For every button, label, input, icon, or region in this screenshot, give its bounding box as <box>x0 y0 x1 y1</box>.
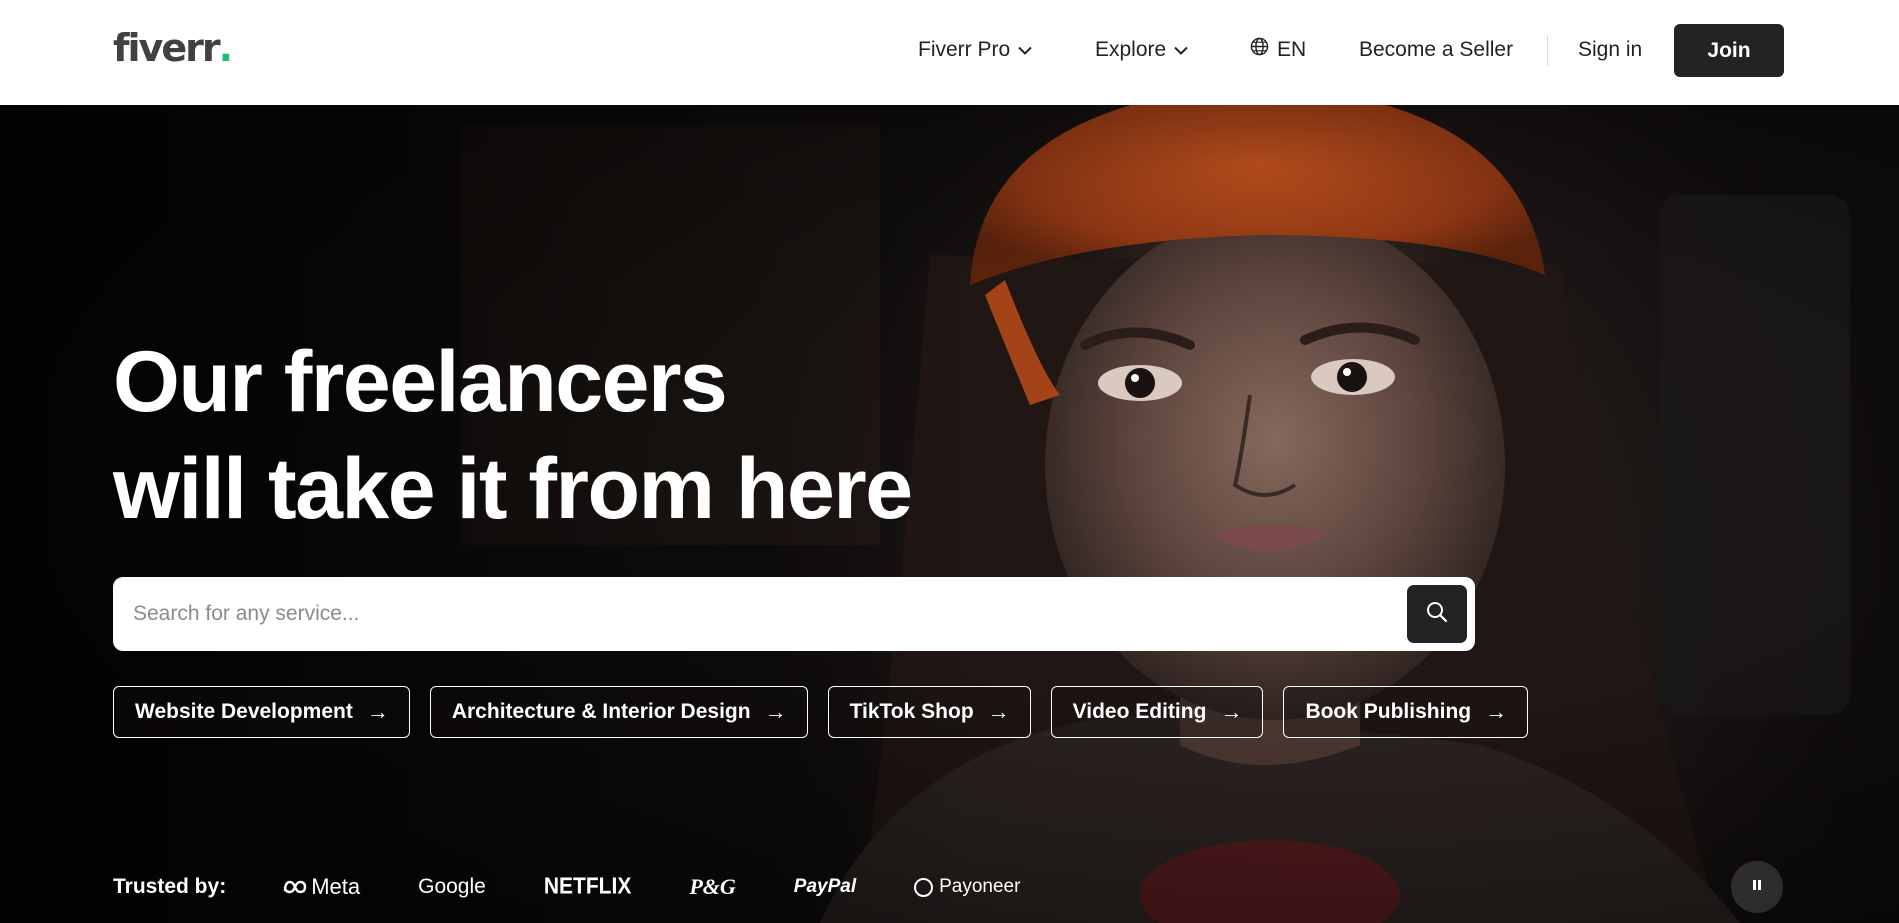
fiverr-logo[interactable]: fiverr. <box>113 24 234 72</box>
chip-label: TikTok Shop <box>849 700 974 723</box>
chip-label: Video Editing <box>1072 700 1207 723</box>
google-logo: Google <box>418 875 486 898</box>
nav-explore-label: Explore <box>1095 38 1167 61</box>
nav-language-label: EN <box>1277 38 1307 61</box>
hero-title: Our freelancers will take it from here <box>113 329 913 543</box>
arrow-right-icon: → <box>987 699 1010 724</box>
chip-label: Book Publishing <box>1305 700 1472 723</box>
chip-website-development[interactable]: Website Development → <box>113 686 410 738</box>
nav-divider <box>1547 35 1548 66</box>
pg-logo: P&G <box>689 874 736 899</box>
logo-dot: . <box>218 26 234 70</box>
globe-icon <box>1250 34 1269 66</box>
nav-become-seller[interactable]: Become a Seller <box>1359 34 1513 66</box>
nav-sign-in[interactable]: Sign in <box>1578 34 1642 66</box>
chevron-down-icon <box>1018 46 1032 55</box>
arrow-right-icon: → <box>1485 699 1508 724</box>
site-header: fiverr. Fiverr Pro Explore EN Become a S… <box>0 0 1899 105</box>
netflix-logo: NETFLIX <box>543 873 632 900</box>
brand-name: Meta <box>311 874 361 899</box>
video-pause-button[interactable] <box>1731 861 1783 913</box>
nav-language[interactable]: EN <box>1250 34 1306 66</box>
chip-architecture-interior-design[interactable]: Architecture & Interior Design → <box>429 686 808 738</box>
nav-sign-in-label: Sign in <box>1578 38 1643 61</box>
search-button[interactable] <box>1407 585 1467 643</box>
hero-title-line-2: will take it from here <box>113 441 913 537</box>
chevron-down-icon <box>1174 46 1188 55</box>
join-button[interactable]: Join <box>1674 24 1784 77</box>
chip-label: Website Development <box>135 700 353 723</box>
brand-name: Payoneer <box>939 876 1021 897</box>
arrow-right-icon: → <box>366 699 389 724</box>
paypal-logo: PayPal <box>793 876 857 897</box>
pause-icon <box>1751 878 1763 897</box>
hero-title-line-1: Our freelancers <box>113 334 728 430</box>
arrow-right-icon: → <box>1220 699 1243 724</box>
nav-fiverr-pro[interactable]: Fiverr Pro <box>918 34 1032 66</box>
payoneer-ring-icon <box>914 877 934 897</box>
chip-book-publishing[interactable]: Book Publishing → <box>1283 686 1529 738</box>
search-bar <box>113 577 1475 651</box>
trusted-by-label: Trusted by: <box>113 875 227 898</box>
hero-section: Our freelancers will take it from here W… <box>0 105 1899 923</box>
logo-text: fiverr <box>113 26 221 70</box>
nav-become-seller-label: Become a Seller <box>1359 38 1514 61</box>
nav-fiverr-pro-label: Fiverr Pro <box>918 38 1011 61</box>
popular-services: Website Development → Architecture & Int… <box>113 686 1529 738</box>
search-input[interactable] <box>133 589 1373 639</box>
search-icon <box>1426 601 1448 628</box>
chip-tiktok-shop[interactable]: TikTok Shop → <box>827 686 1031 738</box>
trusted-by-row: Trusted by: Meta Google NETFLIX P&G PayP… <box>113 874 1078 900</box>
meta-logo: Meta <box>282 874 360 900</box>
nav-explore[interactable]: Explore <box>1095 34 1188 66</box>
payoneer-logo: Payoneer <box>914 876 1020 898</box>
chip-label: Architecture & Interior Design <box>451 700 751 723</box>
chip-video-editing[interactable]: Video Editing → <box>1050 686 1264 738</box>
arrow-right-icon: → <box>764 699 787 724</box>
meta-infinity-icon <box>283 880 307 894</box>
